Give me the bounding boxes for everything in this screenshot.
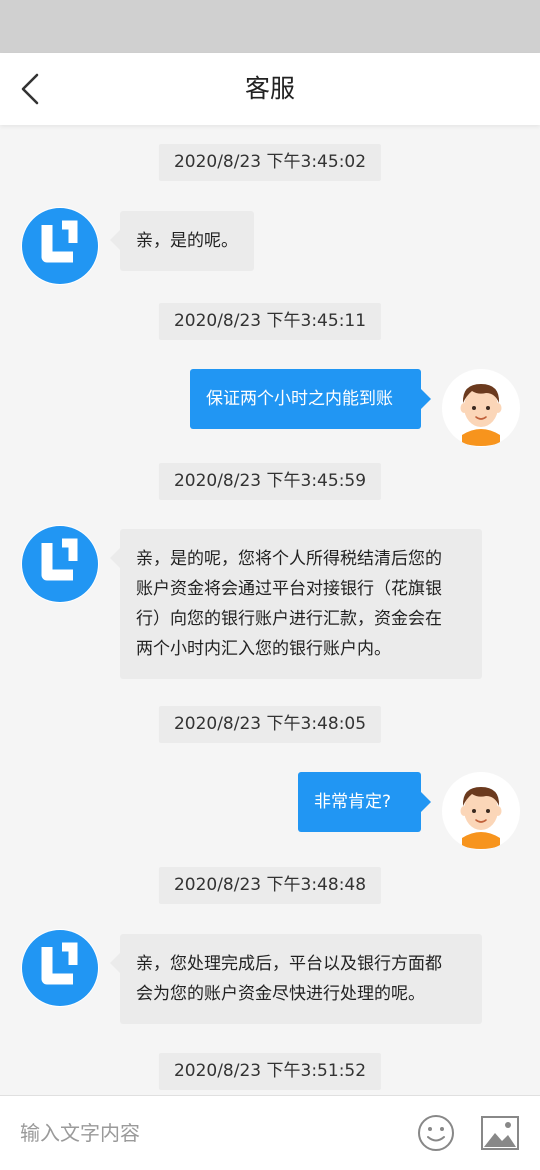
service-logo-icon bbox=[22, 208, 98, 284]
message-text: 保证两个小时之内能到账 bbox=[206, 389, 393, 409]
message-timestamp: 2020/8/23 下午3:48:48 bbox=[158, 867, 382, 904]
input-bar bbox=[0, 1095, 540, 1170]
user-avatar[interactable] bbox=[442, 772, 520, 850]
user-message-bubble[interactable]: 保证两个小时之内能到账 bbox=[190, 369, 431, 429]
message-timestamp: 2020/8/23 下午3:45:59 bbox=[158, 463, 382, 500]
user-avatar[interactable] bbox=[442, 369, 520, 447]
message-timestamp: 2020/8/23 下午3:45:02 bbox=[158, 144, 382, 181]
message-line: 行）向您的银行账户进行汇款，资金会在 bbox=[136, 609, 442, 629]
message-timestamp: 2020/8/23 下午3:48:05 bbox=[158, 706, 382, 743]
agent-avatar[interactable] bbox=[21, 207, 99, 285]
user-message-bubble[interactable]: 非常肯定? bbox=[298, 772, 431, 832]
message-timestamp: 2020/8/23 下午3:51:52 bbox=[158, 1053, 382, 1090]
message-line: 会为您的账户资金尽快进行处理的呢。 bbox=[136, 984, 425, 1004]
agent-avatar[interactable] bbox=[21, 929, 99, 1007]
boy-avatar-icon bbox=[443, 773, 519, 849]
message-line: 两个小时内汇入您的银行账户内。 bbox=[136, 639, 391, 659]
message-line: 亲，您处理完成后，平台以及银行方面都 bbox=[136, 954, 442, 974]
image-icon bbox=[481, 1116, 519, 1150]
agent-message-bubble[interactable]: 亲，是的呢，您将个人所得税结清后您的 账户资金将会通过平台对接银行（花旗银 行）… bbox=[110, 529, 482, 679]
status-bar bbox=[0, 0, 540, 53]
agent-message-bubble[interactable]: 亲，您处理完成后，平台以及银行方面都 会为您的账户资金尽快进行处理的呢。 bbox=[110, 934, 482, 1024]
image-button[interactable] bbox=[480, 1113, 520, 1153]
emoji-button[interactable] bbox=[416, 1113, 456, 1153]
page-title: 客服 bbox=[244, 74, 295, 103]
message-line: 账户资金将会通过平台对接银行（花旗银 bbox=[136, 579, 442, 599]
service-logo-icon bbox=[22, 930, 98, 1006]
message-input[interactable] bbox=[20, 1110, 390, 1156]
message-timestamp: 2020/8/23 下午3:45:11 bbox=[158, 303, 382, 340]
message-text: 亲，是的呢。 bbox=[136, 231, 238, 251]
service-logo-icon bbox=[22, 526, 98, 602]
chat-area[interactable]: 2020/8/23 下午3:45:02 亲，是的呢。 2020/8/23 下午3… bbox=[0, 125, 540, 1095]
message-text: 非常肯定? bbox=[314, 792, 392, 812]
nav-bar: 客服 bbox=[0, 53, 540, 125]
boy-avatar-icon bbox=[443, 370, 519, 446]
agent-avatar[interactable] bbox=[21, 525, 99, 603]
smiley-icon bbox=[418, 1115, 454, 1151]
agent-message-bubble[interactable]: 亲，是的呢。 bbox=[110, 211, 254, 271]
message-line: 亲，是的呢，您将个人所得税结清后您的 bbox=[136, 549, 442, 569]
